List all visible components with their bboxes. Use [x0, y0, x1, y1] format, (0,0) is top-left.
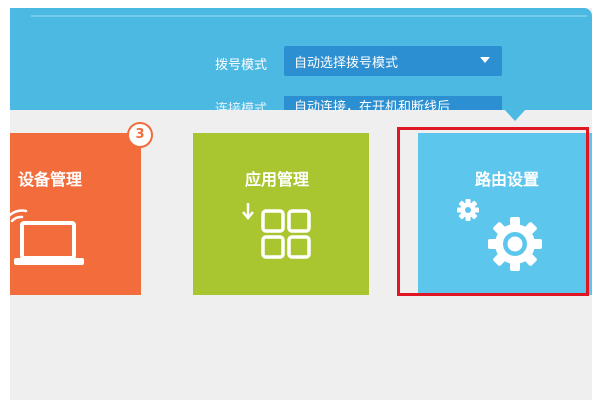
dial-mode-value: 自动选择拨号模式 — [294, 56, 399, 71]
connection-mode-select[interactable]: 自动连接，在开机和断线后 — [284, 96, 502, 110]
network-settings-panel: 拨号模式 自动选择拨号模式 连接模式 自动连接，在开机和断线后 — [10, 8, 592, 110]
app-grid-download-icon — [242, 203, 311, 259]
app-management-title: 应用管理 — [245, 170, 310, 189]
dial-mode-label: 拨号模式 — [215, 58, 268, 73]
app-management-tile[interactable]: 应用管理 — [193, 133, 369, 295]
connection-mode-label: 连接模式 — [215, 102, 268, 110]
router-admin-panel: 拨号模式 自动选择拨号模式 连接模式 自动连接，在开机和断线后 设备管理 3 应… — [10, 8, 592, 400]
dial-mode-select[interactable]: 自动选择拨号模式 — [284, 46, 502, 76]
laptop-wifi-icon — [10, 209, 84, 265]
notification-badge: 3 — [127, 122, 153, 148]
highlight-annotation — [397, 127, 589, 296]
divider — [31, 15, 587, 17]
panel-pointer — [504, 109, 526, 121]
chevron-down-icon — [480, 57, 490, 63]
device-management-title: 设备管理 — [18, 170, 83, 189]
device-management-tile[interactable]: 设备管理 — [10, 133, 141, 295]
connection-mode-value: 自动连接，在开机和断线后 — [294, 100, 451, 110]
